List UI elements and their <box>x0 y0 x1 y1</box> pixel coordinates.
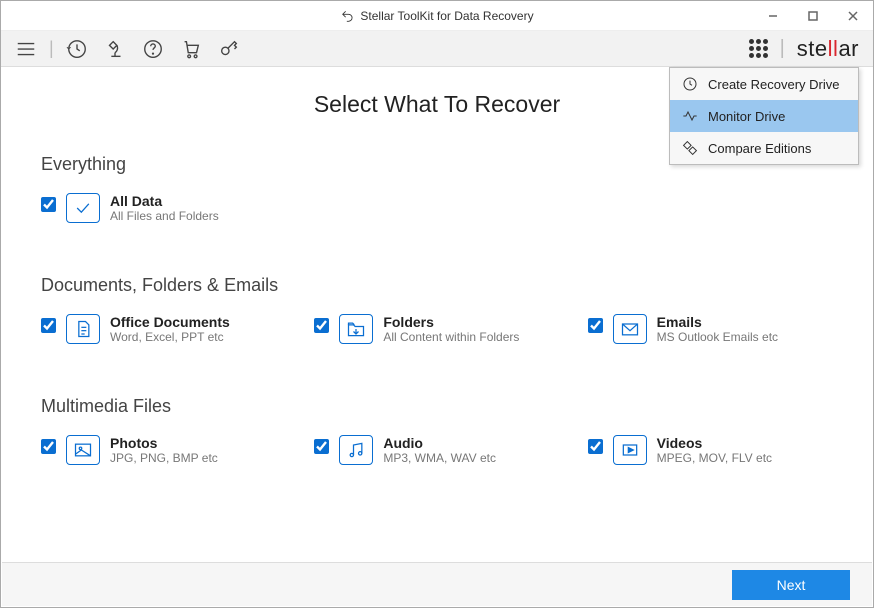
apps-dropdown: Create Recovery Drive Monitor Drive Comp… <box>669 67 859 165</box>
item-emails[interactable]: Emails MS Outlook Emails etc <box>588 314 833 344</box>
microscope-icon[interactable] <box>104 38 126 60</box>
dropdown-label: Compare Editions <box>708 141 811 156</box>
item-title: All Data <box>110 193 219 209</box>
item-folders[interactable]: Folders All Content within Folders <box>314 314 559 344</box>
toolbar: | | stellar <box>1 31 873 67</box>
checkbox-folders[interactable] <box>314 318 329 333</box>
menu-icon[interactable] <box>15 38 37 60</box>
titlebar: Stellar ToolKit for Data Recovery <box>1 1 873 31</box>
dropdown-label: Create Recovery Drive <box>708 77 840 92</box>
brand-logo: stellar <box>797 36 859 62</box>
photo-icon <box>66 435 100 465</box>
undo-icon <box>340 9 354 23</box>
apps-icon[interactable] <box>749 39 768 58</box>
dropdown-item-monitor-drive[interactable]: Monitor Drive <box>670 100 858 132</box>
compare-icon <box>682 140 698 156</box>
item-subtitle: Word, Excel, PPT etc <box>110 330 230 344</box>
item-title: Photos <box>110 435 218 451</box>
folder-icon <box>339 314 373 344</box>
dropdown-item-compare-editions[interactable]: Compare Editions <box>670 132 858 164</box>
close-button[interactable] <box>833 1 873 31</box>
checkbox-emails[interactable] <box>588 318 603 333</box>
item-title: Emails <box>657 314 778 330</box>
item-audio[interactable]: Audio MP3, WMA, WAV etc <box>314 435 559 465</box>
minimize-button[interactable] <box>753 1 793 31</box>
checkbox-audio[interactable] <box>314 439 329 454</box>
history-icon[interactable] <box>66 38 88 60</box>
item-title: Folders <box>383 314 519 330</box>
checkbox-videos[interactable] <box>588 439 603 454</box>
cart-icon[interactable] <box>180 38 202 60</box>
dropdown-label: Monitor Drive <box>708 109 785 124</box>
item-title: Office Documents <box>110 314 230 330</box>
monitor-drive-icon <box>682 108 698 124</box>
item-photos[interactable]: Photos JPG, PNG, BMP etc <box>41 435 286 465</box>
document-icon <box>66 314 100 344</box>
recovery-drive-icon <box>682 76 698 92</box>
next-button[interactable]: Next <box>732 570 850 600</box>
item-subtitle: MP3, WMA, WAV etc <box>383 451 496 465</box>
dropdown-item-recovery-drive[interactable]: Create Recovery Drive <box>670 68 858 100</box>
item-subtitle: MPEG, MOV, FLV etc <box>657 451 772 465</box>
section-documents: Documents, Folders & Emails Office Docum… <box>41 275 833 344</box>
footer: Next <box>2 562 872 606</box>
help-icon[interactable] <box>142 38 164 60</box>
checkbox-photos[interactable] <box>41 439 56 454</box>
audio-icon <box>339 435 373 465</box>
item-title: Videos <box>657 435 772 451</box>
item-office[interactable]: Office Documents Word, Excel, PPT etc <box>41 314 286 344</box>
section-multimedia: Multimedia Files Photos JPG, PNG, BMP et… <box>41 396 833 465</box>
item-subtitle: All Files and Folders <box>110 209 219 223</box>
window-title: Stellar ToolKit for Data Recovery <box>340 9 533 23</box>
all-data-icon <box>66 193 100 223</box>
item-title: Audio <box>383 435 496 451</box>
maximize-button[interactable] <box>793 1 833 31</box>
section-title: Multimedia Files <box>41 396 833 417</box>
section-title: Documents, Folders & Emails <box>41 275 833 296</box>
item-subtitle: All Content within Folders <box>383 330 519 344</box>
video-icon <box>613 435 647 465</box>
checkbox-office[interactable] <box>41 318 56 333</box>
item-subtitle: JPG, PNG, BMP etc <box>110 451 218 465</box>
item-videos[interactable]: Videos MPEG, MOV, FLV etc <box>588 435 833 465</box>
email-icon <box>613 314 647 344</box>
key-icon[interactable] <box>218 38 240 60</box>
item-subtitle: MS Outlook Emails etc <box>657 330 778 344</box>
window-controls <box>753 1 873 31</box>
item-all-data[interactable]: All Data All Files and Folders <box>41 193 301 223</box>
checkbox-all-data[interactable] <box>41 197 56 212</box>
window-title-text: Stellar ToolKit for Data Recovery <box>360 9 533 23</box>
